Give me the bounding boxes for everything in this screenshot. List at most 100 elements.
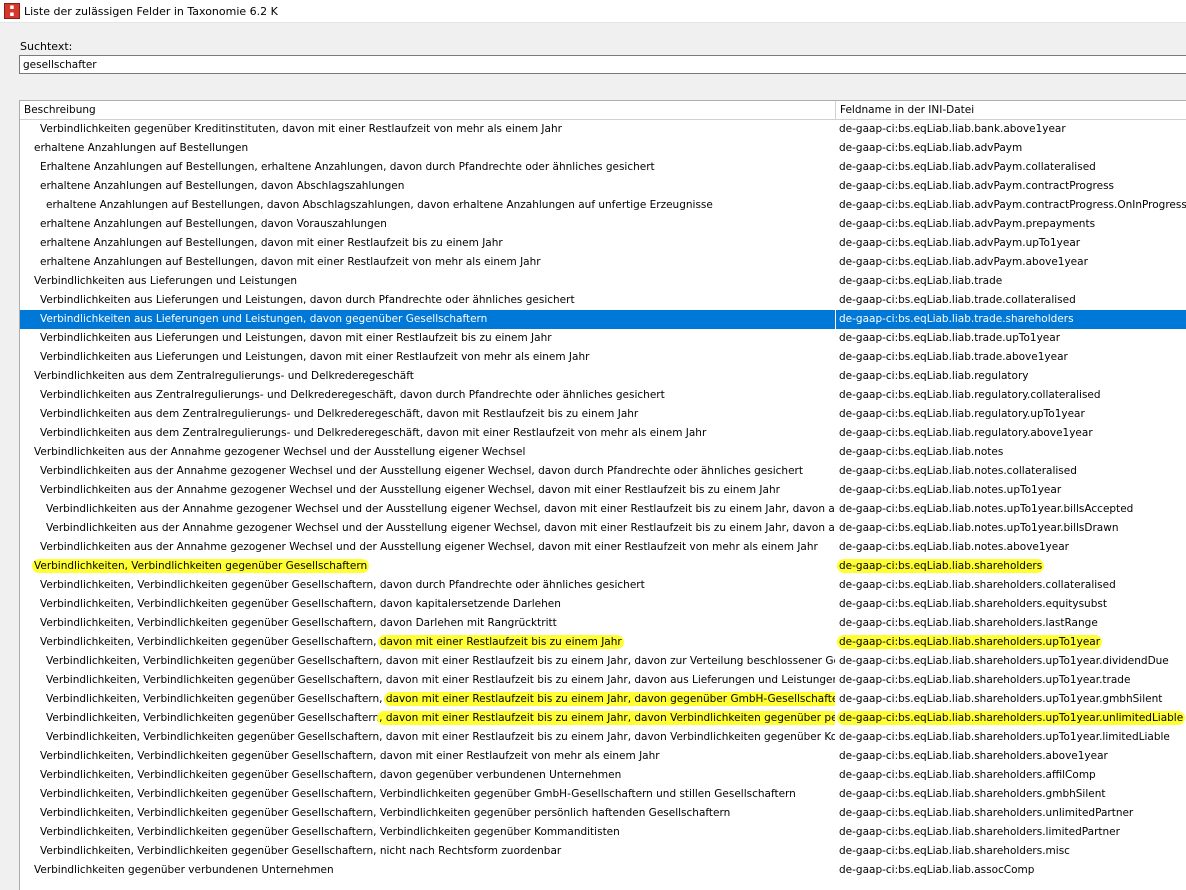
list-item-description: Verbindlichkeiten, Verbindlichkeiten geg…	[20, 709, 836, 728]
list-item[interactable]: Verbindlichkeiten aus der Annahme gezoge…	[20, 519, 1186, 538]
list-item[interactable]: Verbindlichkeiten, Verbindlichkeiten geg…	[20, 595, 1186, 614]
field-name-text: de-gaap-ci:bs.eqLiab.liab.advPaym	[839, 142, 1023, 154]
description-text: Verbindlichkeiten gegenüber verbundenen …	[34, 864, 334, 876]
list-item[interactable]: Verbindlichkeiten aus Lieferungen und Le…	[20, 291, 1186, 310]
list-item[interactable]: Verbindlichkeiten aus Zentralregulierung…	[20, 386, 1186, 405]
list-item[interactable]: Verbindlichkeiten aus Lieferungen und Le…	[20, 310, 1186, 329]
list-item[interactable]: erhaltene Anzahlungen auf Bestellungen de…	[20, 139, 1186, 158]
field-name-text: de-gaap-ci:bs.eqLiab.liab.advPaym.above1…	[839, 256, 1088, 268]
description-highlight: davon mit einer Restlaufzeit bis zu eine…	[377, 635, 624, 649]
list-item-field-name: de-gaap-ci:bs.eqLiab.liab.notes.upTo1yea…	[836, 500, 1186, 519]
list-item-field-name: de-gaap-ci:bs.eqLiab.liab.regulatory.upT…	[836, 405, 1186, 424]
description-text: Verbindlichkeiten aus der Annahme gezoge…	[34, 446, 526, 458]
description-text: erhaltene Anzahlungen auf Bestellungen, …	[40, 180, 405, 192]
list-item[interactable]: Verbindlichkeiten, Verbindlichkeiten geg…	[20, 709, 1186, 728]
list-item[interactable]: Verbindlichkeiten, Verbindlichkeiten geg…	[20, 842, 1186, 861]
search-input[interactable]	[19, 55, 1186, 74]
description-text: Verbindlichkeiten aus der Annahme gezoge…	[40, 465, 803, 477]
list-item-description: Verbindlichkeiten aus Lieferungen und Le…	[20, 329, 836, 348]
list-item[interactable]: Verbindlichkeiten, Verbindlichkeiten geg…	[20, 633, 1186, 652]
description-text: Verbindlichkeiten, Verbindlichkeiten geg…	[40, 598, 561, 610]
list-item-description: erhaltene Anzahlungen auf Bestellungen, …	[20, 196, 836, 215]
list-item[interactable]: Verbindlichkeiten aus dem Zentralregulie…	[20, 405, 1186, 424]
list-item-description: erhaltene Anzahlungen auf Bestellungen, …	[20, 234, 836, 253]
column-header-description[interactable]: Beschreibung	[20, 101, 836, 119]
description-text: Erhaltene Anzahlungen auf Bestellungen, …	[40, 161, 655, 173]
list-item-field-name: de-gaap-ci:bs.eqLiab.liab.shareholders.l…	[836, 614, 1186, 633]
list-item[interactable]: Verbindlichkeiten, Verbindlichkeiten geg…	[20, 690, 1186, 709]
list-item[interactable]: Verbindlichkeiten aus dem Zentralregulie…	[20, 367, 1186, 386]
list-item-field-name: de-gaap-ci:bs.eqLiab.liab.trade.upTo1yea…	[836, 329, 1186, 348]
description-text: erhaltene Anzahlungen auf Bestellungen, …	[40, 237, 503, 249]
list-item-field-name: de-gaap-ci:bs.eqLiab.liab.advPaym.above1…	[836, 253, 1186, 272]
field-name-text: de-gaap-ci:bs.eqLiab.liab.advPaym.upTo1y…	[839, 237, 1081, 249]
field-name-text: de-gaap-ci:bs.eqLiab.liab.notes.upTo1yea…	[839, 503, 1134, 515]
list-item-field-name: de-gaap-ci:bs.eqLiab.liab.shareholders.a…	[836, 747, 1186, 766]
description-text: Verbindlichkeiten aus Lieferungen und Le…	[40, 351, 590, 363]
list-item[interactable]: Verbindlichkeiten, Verbindlichkeiten geg…	[20, 728, 1186, 747]
description-highlight: Verbindlichkeiten, Verbindlichkeiten geg…	[32, 559, 370, 573]
field-name-text: de-gaap-ci:bs.eqLiab.liab.notes	[839, 446, 1004, 458]
list-item[interactable]: Erhaltene Anzahlungen auf Bestellungen, …	[20, 158, 1186, 177]
list-item-field-name: de-gaap-ci:bs.eqLiab.liab.shareholders.m…	[836, 842, 1186, 861]
list-item[interactable]: Verbindlichkeiten aus der Annahme gezoge…	[20, 462, 1186, 481]
description-text: Verbindlichkeiten gegenüber Kreditinstit…	[40, 123, 562, 135]
list-item[interactable]: Verbindlichkeiten gegenüber verbundenen …	[20, 861, 1186, 880]
description-text: Verbindlichkeiten aus der Annahme gezoge…	[46, 503, 835, 515]
list-item[interactable]: Verbindlichkeiten, Verbindlichkeiten geg…	[20, 557, 1186, 576]
field-list[interactable]: Beschreibung Feldname in der INI-Datei V…	[19, 100, 1186, 890]
list-item-description: Verbindlichkeiten aus dem Zentralregulie…	[20, 405, 836, 424]
list-item[interactable]: erhaltene Anzahlungen auf Bestellungen, …	[20, 234, 1186, 253]
list-item[interactable]: Verbindlichkeiten aus Lieferungen und Le…	[20, 348, 1186, 367]
list-item[interactable]: Verbindlichkeiten gegenüber Kreditinstit…	[20, 120, 1186, 139]
description-highlight: davon mit einer Restlaufzeit bis zu eine…	[383, 692, 835, 706]
list-item-description: Verbindlichkeiten aus der Annahme gezoge…	[20, 500, 836, 519]
list-item-field-name: de-gaap-ci:bs.eqLiab.liab.bank.above1yea…	[836, 120, 1186, 139]
list-item[interactable]: Verbindlichkeiten, Verbindlichkeiten geg…	[20, 652, 1186, 671]
list-item[interactable]: erhaltene Anzahlungen auf Bestellungen, …	[20, 253, 1186, 272]
description-text: Verbindlichkeiten, Verbindlichkeiten geg…	[40, 807, 731, 819]
description-text: Verbindlichkeiten, Verbindlichkeiten geg…	[40, 636, 380, 648]
list-item[interactable]: Verbindlichkeiten aus Lieferungen und Le…	[20, 272, 1186, 291]
description-text: Verbindlichkeiten, Verbindlichkeiten geg…	[40, 826, 620, 838]
list-item-description: Erhaltene Anzahlungen auf Bestellungen, …	[20, 158, 836, 177]
field-name-highlight: de-gaap-ci:bs.eqLiab.liab.shareholders.u…	[837, 635, 1103, 649]
list-item[interactable]: erhaltene Anzahlungen auf Bestellungen, …	[20, 177, 1186, 196]
list-item[interactable]: Verbindlichkeiten aus der Annahme gezoge…	[20, 481, 1186, 500]
list-item[interactable]: Verbindlichkeiten, Verbindlichkeiten geg…	[20, 671, 1186, 690]
list-item[interactable]: Verbindlichkeiten, Verbindlichkeiten geg…	[20, 766, 1186, 785]
list-item-field-name: de-gaap-ci:bs.eqLiab.liab.advPaym.collat…	[836, 158, 1186, 177]
list-item[interactable]: Verbindlichkeiten aus der Annahme gezoge…	[20, 500, 1186, 519]
description-highlight: , davon mit einer Restlaufzeit bis zu ei…	[377, 711, 835, 725]
field-name-text: de-gaap-ci:bs.eqLiab.liab.regulatory.upT…	[839, 408, 1085, 420]
field-name-text: de-gaap-ci:bs.eqLiab.liab.shareholders.e…	[839, 598, 1107, 610]
field-name-text: de-gaap-ci:bs.eqLiab.liab.assocComp	[839, 864, 1035, 876]
description-text: Verbindlichkeiten aus der Annahme gezoge…	[40, 484, 780, 496]
list-item[interactable]: Verbindlichkeiten aus der Annahme gezoge…	[20, 538, 1186, 557]
description-text: erhaltene Anzahlungen auf Bestellungen, …	[46, 199, 713, 211]
list-item[interactable]: erhaltene Anzahlungen auf Bestellungen, …	[20, 196, 1186, 215]
column-header-field-name[interactable]: Feldname in der INI-Datei	[836, 101, 1186, 119]
list-item-field-name: de-gaap-ci:bs.eqLiab.liab.shareholders.u…	[836, 671, 1186, 690]
list-item[interactable]: erhaltene Anzahlungen auf Bestellungen, …	[20, 215, 1186, 234]
description-text: Verbindlichkeiten aus der Annahme gezoge…	[46, 522, 835, 534]
list-item-field-name: de-gaap-ci:bs.eqLiab.liab.regulatory.col…	[836, 386, 1186, 405]
field-name-text: de-gaap-ci:bs.eqLiab.liab.regulatory.col…	[839, 389, 1101, 401]
list-item-description: Verbindlichkeiten, Verbindlichkeiten geg…	[20, 690, 836, 709]
field-name-text: de-gaap-ci:bs.eqLiab.liab.shareholders.l…	[839, 826, 1120, 838]
field-name-text: de-gaap-ci:bs.eqLiab.liab.shareholders.u…	[839, 655, 1169, 667]
list-item-field-name: de-gaap-ci:bs.eqLiab.liab.regulatory	[836, 367, 1186, 386]
list-item[interactable]: Verbindlichkeiten, Verbindlichkeiten geg…	[20, 747, 1186, 766]
list-item[interactable]: Verbindlichkeiten, Verbindlichkeiten geg…	[20, 823, 1186, 842]
list-item[interactable]: Verbindlichkeiten aus Lieferungen und Le…	[20, 329, 1186, 348]
list-item[interactable]: Verbindlichkeiten, Verbindlichkeiten geg…	[20, 785, 1186, 804]
list-item[interactable]: Verbindlichkeiten, Verbindlichkeiten geg…	[20, 576, 1186, 595]
list-item-field-name: de-gaap-ci:bs.eqLiab.liab.regulatory.abo…	[836, 424, 1186, 443]
list-item-description: Verbindlichkeiten, Verbindlichkeiten geg…	[20, 614, 836, 633]
list-item[interactable]: Verbindlichkeiten, Verbindlichkeiten geg…	[20, 804, 1186, 823]
list-item[interactable]: Verbindlichkeiten aus der Annahme gezoge…	[20, 443, 1186, 462]
list-item[interactable]: Verbindlichkeiten aus dem Zentralregulie…	[20, 424, 1186, 443]
list-item[interactable]: Verbindlichkeiten, Verbindlichkeiten geg…	[20, 614, 1186, 633]
field-name-text: de-gaap-ci:bs.eqLiab.liab.trade.upTo1yea…	[839, 332, 1061, 344]
list-item-field-name: de-gaap-ci:bs.eqLiab.liab.advPaym.upTo1y…	[836, 234, 1186, 253]
